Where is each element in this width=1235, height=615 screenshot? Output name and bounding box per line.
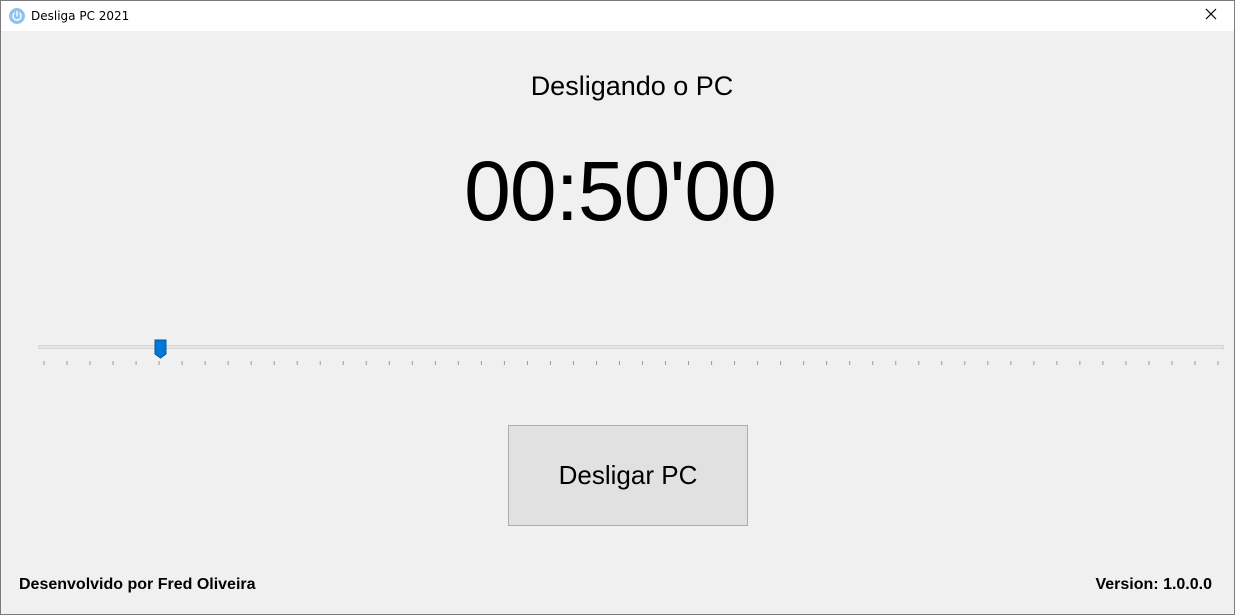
- countdown-timer: 00:50'00: [464, 144, 777, 238]
- close-icon: [1205, 7, 1217, 25]
- app-window: Desliga PC 2021 Desligando o PC 00:50'00: [0, 0, 1235, 615]
- power-icon: [9, 8, 25, 24]
- slider-ticks: [38, 360, 1224, 366]
- version-label: Version: 1.0.0.0: [1095, 576, 1212, 593]
- developer-credit: Desenvolvido por Fred Oliveira: [19, 576, 256, 593]
- shutdown-button[interactable]: Desligar PC: [508, 425, 748, 526]
- close-button[interactable]: [1188, 1, 1234, 31]
- title-bar[interactable]: Desliga PC 2021: [1, 1, 1234, 31]
- window-title: Desliga PC 2021: [31, 9, 130, 23]
- slider-track[interactable]: [38, 345, 1224, 349]
- client-area: Desligando o PC 00:50'00 Desligar PC Des…: [1, 31, 1234, 614]
- slider-thumb[interactable]: [154, 339, 168, 359]
- time-slider[interactable]: [38, 339, 1224, 369]
- status-label: Desligando o PC: [530, 71, 734, 101]
